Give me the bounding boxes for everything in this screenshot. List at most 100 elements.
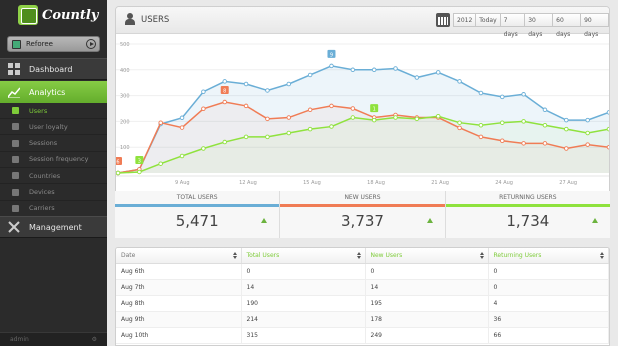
data-point[interactable] bbox=[243, 81, 249, 87]
data-point[interactable] bbox=[350, 67, 356, 73]
data-point[interactable] bbox=[521, 119, 526, 124]
range-button[interactable]: 30 days bbox=[524, 13, 554, 38]
data-point[interactable] bbox=[286, 81, 292, 87]
data-point[interactable] bbox=[222, 79, 227, 84]
device-icon bbox=[12, 188, 19, 196]
data-point[interactable] bbox=[307, 107, 313, 113]
data-point[interactable] bbox=[265, 88, 270, 93]
data-point[interactable] bbox=[500, 94, 505, 100]
nav-dashboard[interactable]: Dashboard bbox=[0, 58, 107, 80]
data-point[interactable] bbox=[478, 134, 484, 140]
column-header[interactable]: Returning Users bbox=[488, 248, 609, 264]
data-point[interactable] bbox=[307, 126, 313, 132]
data-point[interactable] bbox=[265, 116, 270, 122]
data-point[interactable] bbox=[286, 130, 292, 136]
range-button[interactable]: Today bbox=[475, 13, 501, 27]
data-point[interactable] bbox=[393, 66, 398, 71]
data-point[interactable] bbox=[158, 120, 163, 125]
data-point[interactable] bbox=[265, 134, 270, 140]
data-point[interactable] bbox=[542, 107, 548, 113]
data-point[interactable] bbox=[201, 146, 206, 151]
range-button[interactable]: 7 days bbox=[499, 13, 526, 38]
data-point[interactable] bbox=[179, 125, 185, 130]
play-circle-icon[interactable] bbox=[86, 39, 96, 49]
table-cell: 36 bbox=[488, 311, 609, 328]
data-point[interactable] bbox=[542, 123, 548, 128]
data-point[interactable] bbox=[564, 117, 569, 123]
data-point[interactable] bbox=[457, 120, 462, 125]
x-tick-label: 27 Aug bbox=[559, 180, 577, 186]
countly-logo[interactable]: Countly bbox=[18, 4, 98, 26]
nav-analytics[interactable]: Analytics bbox=[0, 81, 107, 103]
settings-icon[interactable]: ⚙ bbox=[92, 336, 97, 343]
data-point[interactable] bbox=[350, 106, 356, 111]
data-point[interactable] bbox=[414, 75, 420, 80]
data-point[interactable] bbox=[521, 92, 526, 97]
sidebar-item-devices[interactable]: Devices bbox=[0, 185, 107, 201]
data-point[interactable] bbox=[371, 117, 377, 123]
data-point[interactable] bbox=[371, 67, 377, 73]
sidebar-item-user-loyalty[interactable]: User loyalty bbox=[0, 119, 107, 136]
data-point[interactable] bbox=[329, 124, 334, 129]
data-point[interactable] bbox=[478, 90, 484, 96]
data-point[interactable] bbox=[286, 115, 292, 120]
data-point[interactable] bbox=[350, 115, 356, 120]
data-point[interactable] bbox=[393, 115, 398, 120]
data-point[interactable] bbox=[564, 126, 569, 132]
column-header[interactable]: Date bbox=[116, 248, 242, 264]
data-point[interactable] bbox=[585, 130, 590, 136]
data-point[interactable] bbox=[457, 125, 462, 131]
data-point[interactable] bbox=[585, 142, 590, 147]
selected-app-name: Reforee bbox=[26, 40, 53, 48]
column-header[interactable]: Total Users bbox=[241, 248, 366, 264]
data-point[interactable] bbox=[158, 161, 163, 166]
sidebar-item-session-frequency[interactable]: Session frequency bbox=[0, 152, 107, 168]
sidebar-item-sessions[interactable]: Sessions bbox=[0, 136, 107, 152]
sidebar-item-label: Sessions bbox=[29, 139, 58, 148]
data-point[interactable] bbox=[329, 103, 334, 109]
nav-management[interactable]: Management bbox=[0, 216, 107, 238]
range-button[interactable]: 2012 bbox=[453, 13, 477, 27]
table-cell: 0 bbox=[241, 263, 366, 280]
users-table: Date Total Users New Users Returning Users … bbox=[115, 247, 610, 346]
data-point[interactable] bbox=[500, 120, 505, 125]
data-point[interactable] bbox=[222, 99, 227, 105]
range-button[interactable]: 90 days bbox=[580, 13, 609, 38]
data-point[interactable] bbox=[179, 153, 185, 159]
data-point[interactable] bbox=[116, 170, 121, 176]
data-point[interactable] bbox=[201, 106, 206, 112]
data-point[interactable] bbox=[243, 134, 249, 140]
total-card[interactable]: TOTAL USERS 5,471 bbox=[115, 191, 281, 238]
total-card[interactable]: RETURNING USERS 1,734 bbox=[445, 191, 610, 238]
event-marker-label: 8 bbox=[223, 89, 226, 95]
data-point[interactable] bbox=[478, 123, 484, 128]
data-point[interactable] bbox=[222, 139, 227, 145]
data-point[interactable] bbox=[137, 169, 142, 175]
data-point[interactable] bbox=[500, 138, 505, 143]
data-point[interactable] bbox=[585, 117, 590, 123]
data-point[interactable] bbox=[521, 141, 526, 146]
range-button[interactable]: 60 days bbox=[552, 13, 582, 38]
sidebar-item-countries[interactable]: Countries bbox=[0, 168, 107, 185]
calendar-icon[interactable] bbox=[436, 13, 450, 27]
app-selector[interactable]: Reforee bbox=[7, 36, 100, 52]
data-point[interactable] bbox=[542, 141, 548, 146]
data-point[interactable] bbox=[606, 110, 609, 115]
data-point[interactable] bbox=[606, 126, 609, 132]
sidebar-item-carriers[interactable]: Carriers bbox=[0, 201, 107, 217]
data-point[interactable] bbox=[457, 79, 462, 84]
column-header[interactable]: New Users bbox=[365, 248, 489, 264]
data-point[interactable] bbox=[201, 89, 206, 94]
data-point[interactable] bbox=[329, 63, 334, 69]
total-card[interactable]: NEW USERS 3,737 bbox=[280, 191, 446, 238]
data-point[interactable] bbox=[307, 72, 313, 78]
data-point[interactable] bbox=[243, 103, 249, 109]
sidebar-item-users[interactable]: Users bbox=[0, 103, 107, 119]
data-point[interactable] bbox=[414, 116, 420, 122]
username[interactable]: admin bbox=[10, 336, 29, 343]
data-point[interactable] bbox=[435, 113, 441, 119]
data-point[interactable] bbox=[179, 115, 185, 121]
data-point[interactable] bbox=[564, 146, 569, 151]
data-point[interactable] bbox=[606, 144, 609, 150]
data-point[interactable] bbox=[435, 70, 441, 75]
